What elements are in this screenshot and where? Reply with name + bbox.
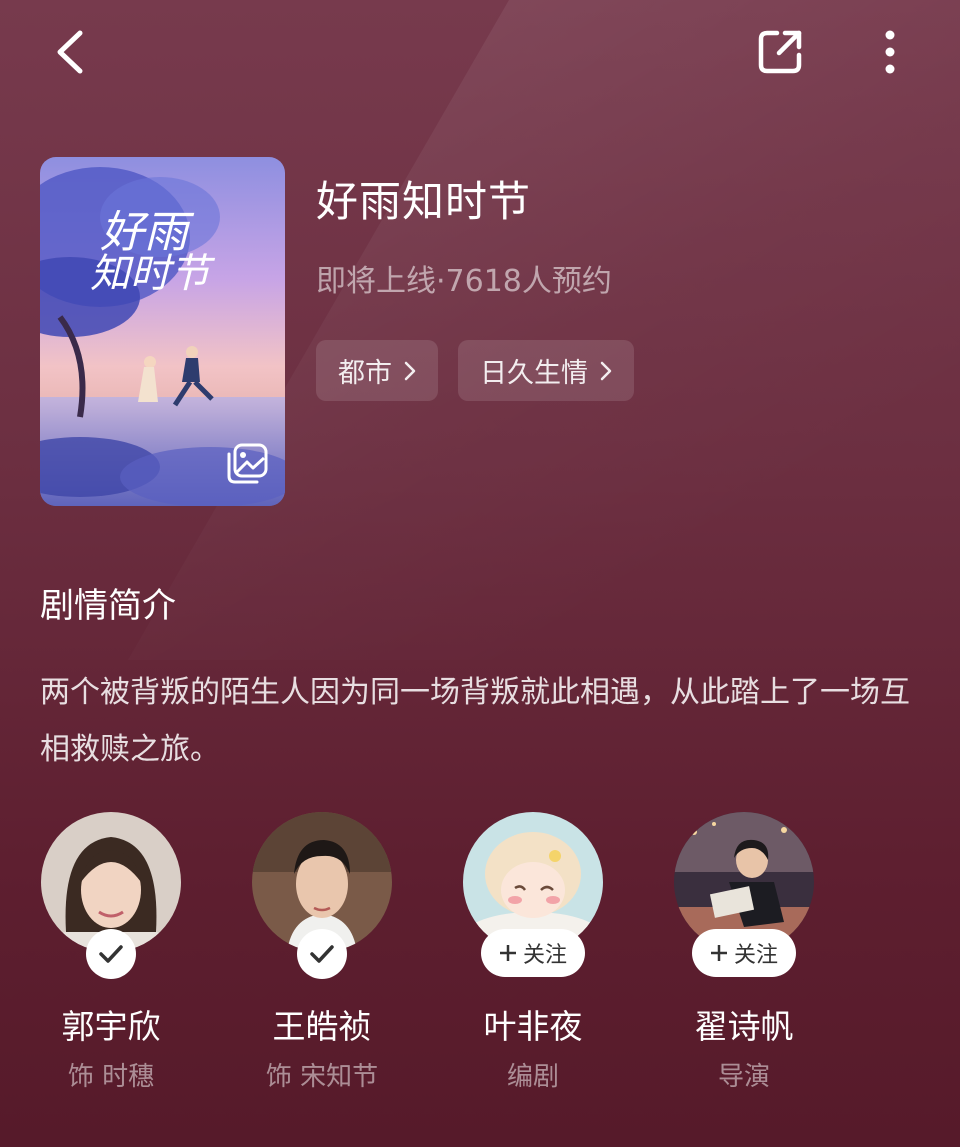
follow-button[interactable]: 关注 <box>692 929 796 977</box>
poster-image[interactable]: 好雨 知时节 <box>40 157 285 506</box>
synopsis-text: 两个被背叛的陌生人因为同一场背叛就此相遇，从此踏上了一场互相救赎之旅。 <box>40 675 910 767</box>
tag-button-rijiushengqing[interactable]: 日久生情 <box>458 340 634 401</box>
followed-badge <box>297 929 347 979</box>
person-role: 饰 时穗 <box>67 1062 155 1092</box>
person-name: 郭宇欣 <box>61 1007 161 1046</box>
tag-label: 日久生情 <box>480 358 588 389</box>
chevron-right-icon <box>600 361 612 380</box>
person-card[interactable]: 王皓祯 饰 宋知节 <box>251 812 393 1092</box>
tag-button-dushi[interactable]: 都市 <box>316 340 438 401</box>
gallery-icon[interactable] <box>225 442 269 486</box>
share-button[interactable] <box>748 22 812 82</box>
person-role: 编剧 <box>506 1062 559 1092</box>
person-role: 饰 宋知节 <box>265 1062 379 1092</box>
person-role: 导演 <box>717 1062 770 1092</box>
person-card[interactable]: 关注 叶非夜 编剧 <box>462 812 604 1092</box>
follow-button[interactable]: 关注 <box>481 929 585 977</box>
back-button[interactable] <box>40 22 100 82</box>
share-external-icon <box>758 30 802 74</box>
cast-crew-list: 郭宇欣 饰 时穗 王皓祯 饰 宋知节 关注 叶非夜 编剧 关注 翟诗帆 导演 <box>40 812 920 1112</box>
synopsis-heading: 剧情简介 <box>40 586 176 626</box>
followed-badge <box>86 929 136 979</box>
check-icon <box>310 945 334 963</box>
plus-icon <box>499 945 516 961</box>
person-card[interactable]: 关注 翟诗帆 导演 <box>673 812 815 1092</box>
check-icon <box>99 945 123 963</box>
plus-icon <box>710 945 727 961</box>
person-name: 王皓祯 <box>272 1007 372 1046</box>
follow-label: 关注 <box>733 943 778 968</box>
follow-label: 关注 <box>522 943 567 968</box>
more-button[interactable] <box>860 22 920 82</box>
person-name: 翟诗帆 <box>694 1007 794 1046</box>
show-title: 好雨知时节 <box>316 177 532 226</box>
tag-list: 都市 日久生情 <box>316 340 634 401</box>
person-card[interactable]: 郭宇欣 饰 时穗 <box>40 812 182 1092</box>
svg-text:知时节: 知时节 <box>90 251 216 297</box>
show-meta: 即将上线·7618人预约 <box>316 264 612 299</box>
more-vertical-icon <box>885 30 895 74</box>
person-name: 叶非夜 <box>483 1007 583 1046</box>
chevron-right-icon <box>404 361 416 380</box>
tag-label: 都市 <box>338 358 392 389</box>
chevron-left-icon <box>57 30 83 74</box>
